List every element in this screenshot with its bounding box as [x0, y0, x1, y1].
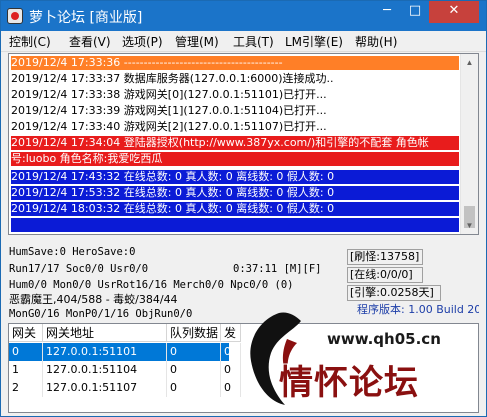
table-row[interactable]: 0 127.0.0.1:51101 0 0 — [9, 343, 241, 361]
refresh-count-box: [刷怪:13758] — [347, 249, 423, 265]
cell-queue: 0 — [167, 343, 221, 361]
menu-tools[interactable]: 工具(T) — [233, 33, 274, 50]
log-scrollbar[interactable]: ▲ ▼ — [460, 54, 478, 234]
log-line: 2019/12/4 17:33:40 游戏网关[2](127.0.0.1:511… — [11, 120, 327, 133]
menu-bar: 控制(C) 查看(V) 选项(P) 管理(M) 工具(T) LM引擎(E) 帮助… — [1, 31, 486, 52]
title-bar[interactable]: 萝卜论坛 [商业版] ─ □ ✕ — [1, 1, 486, 31]
log-line-stat: 2019/12/4 18:03:32 在线总数: 0 真人数: 0 离线数: 0… — [11, 202, 459, 216]
log-line: 2019/12/4 17:33:38 游戏网关[0](127.0.0.1:511… — [11, 88, 327, 101]
close-button[interactable]: ✕ — [429, 1, 479, 23]
log-line: 2019/12/4 17:33:37 数据库服务器(127.0.0.1:6000… — [11, 72, 334, 85]
minimize-button[interactable]: ─ — [373, 1, 401, 23]
online-count-box: [在线:0/0/0] — [347, 267, 423, 283]
menu-help[interactable]: 帮助(H) — [355, 33, 397, 50]
status-mon: MonG0/16 MonP0/1/16 ObjRun0/0 — [9, 308, 193, 320]
cell-gateway: 1 — [9, 361, 43, 379]
menu-manage[interactable]: 管理(M) — [175, 33, 219, 50]
status-uptime: 0:37:11 [M][F] — [233, 263, 322, 275]
menu-control[interactable]: 控制(C) — [9, 33, 51, 50]
log-line: 2019/12/4 17:33:36 ---------------------… — [11, 56, 459, 70]
menu-options[interactable]: 选项(P) — [122, 33, 163, 50]
selection-highlight — [11, 218, 459, 232]
table-row[interactable]: 2 127.0.0.1:51107 0 0 — [9, 379, 241, 397]
app-window: 萝卜论坛 [商业版] ─ □ ✕ 控制(C) 查看(V) 选项(P) 管理(M)… — [0, 0, 487, 417]
scroll-up-icon[interactable]: ▲ — [461, 54, 478, 71]
log-panel[interactable]: 2019/12/4 17:33:36 ---------------------… — [8, 53, 479, 235]
cell-address: 127.0.0.1:51107 — [43, 379, 167, 397]
cell-send: 0 — [221, 379, 241, 397]
scroll-down-icon[interactable]: ▼ — [461, 217, 478, 234]
cell-queue: 0 — [167, 379, 221, 397]
status-run: Run17/17 Soc0/0 Usr0/0 — [9, 263, 149, 275]
status-save: HumSave:0 HeroSave:0 — [9, 246, 136, 258]
col-gateway[interactable]: 网关 — [9, 324, 43, 342]
log-line: 2019/12/4 17:33:39 游戏网关[1](127.0.0.1:511… — [11, 104, 327, 117]
menu-view[interactable]: 查看(V) — [69, 33, 111, 50]
table-row[interactable]: 1 127.0.0.1:51104 0 0 — [9, 361, 241, 379]
window-title: 萝卜论坛 [商业版] — [29, 10, 143, 26]
col-send[interactable]: 发 — [221, 324, 241, 342]
col-queue-data[interactable]: 队列数据 — [167, 324, 221, 342]
log-line-stat: 2019/12/4 17:53:32 在线总数: 0 真人数: 0 离线数: 0… — [11, 186, 459, 200]
status-monster: 恶霸魔王,404/588 - 毒蛟/384/44 — [9, 293, 178, 306]
log-line-warning: 2019/12/4 17:34:04 登陆器授权(http://www.387y… — [11, 136, 459, 150]
cell-gateway: 2 — [9, 379, 43, 397]
menu-lm-engine[interactable]: LM引擎(E) — [285, 33, 343, 50]
cell-address: 127.0.0.1:51104 — [43, 361, 167, 379]
engine-days-box: [引擎:0.0258天] — [347, 285, 441, 301]
cell-queue: 0 — [167, 361, 221, 379]
cell-send: 0 — [221, 343, 241, 361]
status-hum: Hum0/0 Mon0/0 UsrRot16/16 Merch0/0 Npc0/… — [9, 279, 294, 291]
log-line-warning: 号:luobo 角色名称:我爱吃西瓜 — [11, 152, 459, 166]
watermark-title: 情怀论坛 — [278, 362, 419, 404]
watermark-url: www.qh05.cn — [327, 330, 441, 348]
watermark: www.qh05.cn 情怀论坛 — [241, 303, 481, 415]
cell-gateway: 0 — [9, 343, 43, 361]
cell-send: 0 — [221, 361, 241, 379]
log-line-stat: 2019/12/4 17:43:32 在线总数: 0 真人数: 0 离线数: 0… — [11, 170, 459, 184]
maximize-button[interactable]: □ — [401, 1, 429, 23]
col-gateway-address[interactable]: 网关地址 — [43, 324, 167, 342]
app-icon — [7, 8, 23, 24]
cell-address: 127.0.0.1:51101 — [43, 343, 167, 361]
